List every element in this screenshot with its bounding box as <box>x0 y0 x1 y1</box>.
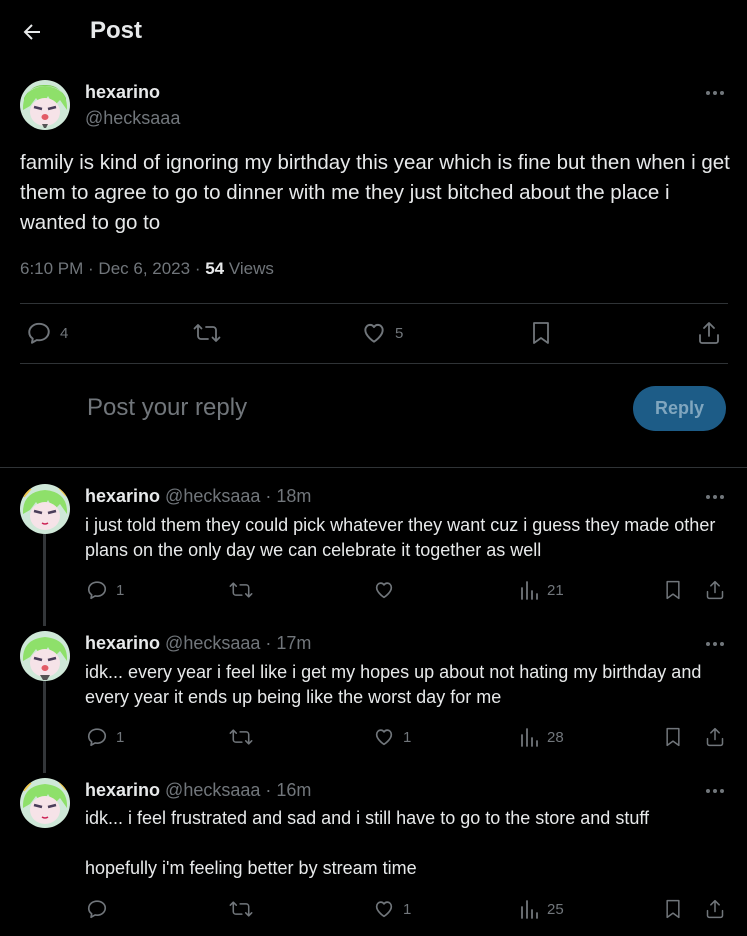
share-icon <box>706 727 724 747</box>
reply-icon <box>87 728 107 747</box>
post-meta: 6:10 PM · Dec 6, 2023 · 54 Views <box>20 259 274 279</box>
bookmark-action[interactable] <box>529 320 553 346</box>
like-action[interactable]: 1 <box>373 726 411 748</box>
post-timestamp[interactable]: 6:10 PM · Dec 6, 2023 · <box>20 259 205 278</box>
views-chart-icon <box>521 900 538 919</box>
repost-icon <box>193 324 221 342</box>
share-action[interactable] <box>705 726 725 748</box>
header-bar: Post <box>0 0 747 64</box>
more-options-icon[interactable] <box>704 633 726 655</box>
reply-handle-time[interactable]: @hecksaaa · 17m <box>165 633 311 653</box>
reply-text-line-1: idk... i feel frustrated and sad and i s… <box>85 808 650 828</box>
like-action[interactable] <box>373 579 403 601</box>
reply-text-line-2: hopefully i'm feeling better by stream t… <box>85 858 417 878</box>
reply-action[interactable]: 1 <box>86 726 124 748</box>
repost-action[interactable] <box>229 579 253 601</box>
heart-icon <box>375 901 393 918</box>
repost-icon <box>229 729 253 745</box>
repost-action[interactable] <box>229 726 253 748</box>
more-options-icon[interactable] <box>704 486 726 508</box>
like-count: 1 <box>403 900 412 918</box>
heart-icon <box>375 729 393 746</box>
divider <box>20 303 728 304</box>
share-action[interactable] <box>705 898 725 920</box>
heart-icon <box>375 582 393 599</box>
reply-action[interactable] <box>86 898 116 920</box>
views-count: 25 <box>547 900 564 918</box>
reply-author-name[interactable]: hexarino <box>85 486 160 506</box>
bookmark-action[interactable] <box>663 579 683 601</box>
more-options-icon[interactable] <box>704 780 726 802</box>
avatar[interactable] <box>20 80 70 130</box>
avatar[interactable] <box>20 484 70 534</box>
thread-line <box>43 681 46 773</box>
like-count: 5 <box>395 324 404 342</box>
views-chart-icon <box>521 728 538 747</box>
reply-icon <box>28 322 50 344</box>
reply-icon <box>87 900 107 919</box>
reply-author: hexarino @hecksaaa · 17m <box>85 633 311 654</box>
repost-icon <box>229 901 253 917</box>
share-icon <box>706 899 724 919</box>
reply-icon <box>87 581 107 600</box>
like-count: 1 <box>403 728 412 746</box>
repost-icon <box>229 582 253 598</box>
views-count: 28 <box>547 728 564 746</box>
back-arrow-icon[interactable] <box>20 20 44 44</box>
reply-author: hexarino @hecksaaa · 18m <box>85 486 311 507</box>
divider <box>20 363 728 364</box>
share-action[interactable] <box>705 579 725 601</box>
bookmark-icon <box>666 899 680 919</box>
views-label: Views <box>224 259 274 278</box>
reply-count: 1 <box>116 728 125 746</box>
reply-handle-time[interactable]: @hecksaaa · 16m <box>165 780 311 800</box>
views-count: 54 <box>205 259 225 278</box>
bookmark-action[interactable] <box>663 898 683 920</box>
views-chart-icon <box>521 581 538 600</box>
bookmark-action[interactable] <box>663 726 683 748</box>
share-action[interactable] <box>697 320 721 346</box>
more-options-icon[interactable] <box>704 82 726 104</box>
reply-action[interactable]: 1 <box>86 579 124 601</box>
reply-author-name[interactable]: hexarino <box>85 633 160 653</box>
reply-button[interactable]: Reply <box>633 386 726 431</box>
reply-text: idk... every year i feel like i get my h… <box>85 662 702 707</box>
views-action[interactable]: 25 <box>519 898 564 920</box>
reply-count: 4 <box>60 324 69 342</box>
post-text: family is kind of ignoring my birthday t… <box>20 151 730 234</box>
divider <box>0 467 747 468</box>
reply-count: 1 <box>116 581 125 599</box>
author-handle[interactable]: @hecksaaa <box>85 108 180 129</box>
heart-icon <box>364 323 384 343</box>
share-icon <box>706 580 724 600</box>
views-action[interactable]: 21 <box>519 579 564 601</box>
views-action[interactable]: 28 <box>519 726 564 748</box>
author-name[interactable]: hexarino <box>85 82 160 103</box>
avatar[interactable] <box>20 631 70 681</box>
reply-author: hexarino @hecksaaa · 16m <box>85 780 311 801</box>
thread-line <box>43 534 46 626</box>
bookmark-icon <box>666 727 680 747</box>
like-action[interactable]: 1 <box>373 898 411 920</box>
reply-author-name[interactable]: hexarino <box>85 780 160 800</box>
bookmark-icon <box>533 322 549 344</box>
repost-action[interactable] <box>229 898 253 920</box>
like-action[interactable]: 5 <box>361 320 403 346</box>
reply-text: i just told them they could pick whateve… <box>85 515 716 560</box>
share-icon <box>699 322 719 344</box>
avatar[interactable] <box>20 778 70 828</box>
reply-input[interactable]: Post your reply <box>87 394 247 422</box>
bookmark-icon <box>666 580 680 600</box>
reply-action[interactable]: 4 <box>26 320 68 346</box>
views-count: 21 <box>547 581 564 599</box>
page-title: Post <box>90 17 143 44</box>
repost-action[interactable] <box>193 320 221 346</box>
reply-handle-time[interactable]: @hecksaaa · 18m <box>165 486 311 506</box>
